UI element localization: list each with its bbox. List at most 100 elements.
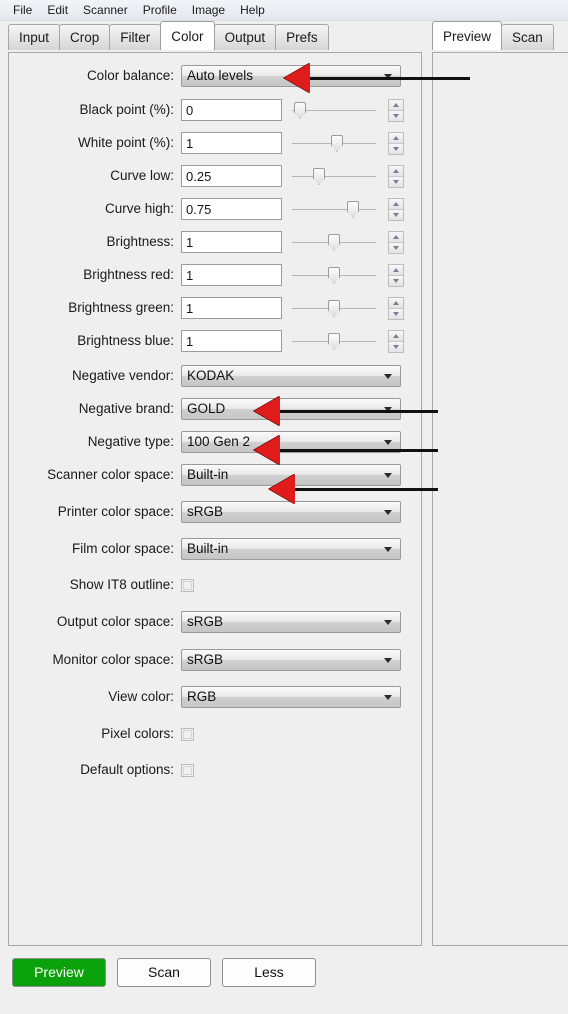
default-options-checkbox[interactable] bbox=[181, 763, 194, 777]
menu-item-scanner[interactable]: Scanner bbox=[76, 2, 136, 19]
slider-handle[interactable] bbox=[328, 333, 340, 350]
white-point-input[interactable]: 1 bbox=[181, 132, 282, 154]
brightness-blue-input[interactable]: 1 bbox=[181, 330, 282, 352]
slider-handle[interactable] bbox=[313, 168, 325, 185]
curve-high-input[interactable]: 0.75 bbox=[181, 198, 282, 220]
brightness-blue-stepper[interactable] bbox=[388, 329, 404, 353]
stepper-up-button[interactable] bbox=[389, 297, 403, 309]
view-color-value: RGB bbox=[187, 689, 217, 704]
slider-track bbox=[292, 176, 376, 177]
scan-button[interactable]: Scan bbox=[117, 958, 211, 987]
output-color-space-select[interactable]: sRGB bbox=[181, 611, 401, 633]
brightness-green-slider[interactable] bbox=[292, 297, 376, 319]
slider-handle[interactable] bbox=[347, 201, 359, 218]
stepper-up-button[interactable] bbox=[389, 198, 403, 210]
stepper-down-button[interactable] bbox=[389, 275, 403, 286]
chevron-down-icon bbox=[384, 658, 392, 663]
brightness-stepper[interactable] bbox=[388, 230, 404, 254]
label-black-point: Black point (%): bbox=[79, 102, 174, 117]
row-output-color-space: Output color space: sRGB bbox=[9, 609, 423, 635]
action-button-bar: Preview Scan Less bbox=[0, 955, 568, 1014]
annotation-line-negative-brand bbox=[280, 449, 438, 452]
row-pixel-colors: Pixel colors: bbox=[9, 721, 423, 747]
slider-handle[interactable] bbox=[328, 267, 340, 284]
main-tab-group: Input Crop Filter Color Output Prefs bbox=[8, 21, 329, 50]
label-show-it8-outline: Show IT8 outline: bbox=[69, 577, 174, 592]
brightness-red-input[interactable]: 1 bbox=[181, 264, 282, 286]
annotation-arrow-color-balance bbox=[284, 63, 310, 93]
color-balance-value: Auto levels bbox=[187, 68, 254, 83]
brightness-green-stepper[interactable] bbox=[388, 296, 404, 320]
curve-high-slider[interactable] bbox=[292, 198, 376, 220]
row-default-options: Default options: bbox=[9, 757, 423, 783]
scanner-color-space-value: Built-in bbox=[187, 467, 229, 482]
triangle-up-icon bbox=[393, 102, 399, 107]
stepper-up-button[interactable] bbox=[389, 165, 403, 177]
stepper-up-button[interactable] bbox=[389, 231, 403, 243]
view-color-select[interactable]: RGB bbox=[181, 686, 401, 708]
curve-low-input[interactable]: 0.25 bbox=[181, 165, 282, 187]
white-point-slider[interactable] bbox=[292, 132, 376, 154]
stepper-down-button[interactable] bbox=[389, 242, 403, 253]
black-point-stepper[interactable] bbox=[388, 98, 404, 122]
stepper-down-button[interactable] bbox=[389, 110, 403, 121]
tab-prefs[interactable]: Prefs bbox=[275, 24, 329, 50]
black-point-input[interactable]: 0 bbox=[181, 99, 282, 121]
slider-handle[interactable] bbox=[328, 234, 340, 251]
brightness-red-stepper[interactable] bbox=[388, 263, 404, 287]
tab-input[interactable]: Input bbox=[8, 24, 61, 50]
tab-preview[interactable]: Preview bbox=[432, 21, 503, 50]
negative-brand-select[interactable]: GOLD bbox=[181, 398, 401, 420]
brightness-blue-slider[interactable] bbox=[292, 330, 376, 352]
tab-output[interactable]: Output bbox=[213, 24, 277, 50]
brightness-input[interactable]: 1 bbox=[181, 231, 282, 253]
brightness-slider[interactable] bbox=[292, 231, 376, 253]
stepper-up-button[interactable] bbox=[389, 264, 403, 276]
stepper-up-button[interactable] bbox=[389, 99, 403, 111]
stepper-up-button[interactable] bbox=[389, 330, 403, 342]
tab-scan[interactable]: Scan bbox=[501, 24, 554, 50]
stepper-down-button[interactable] bbox=[389, 308, 403, 319]
menu-item-edit[interactable]: Edit bbox=[40, 2, 76, 19]
annotation-line-negative-vendor bbox=[280, 410, 438, 413]
preview-button[interactable]: Preview bbox=[12, 958, 106, 987]
stepper-down-button[interactable] bbox=[389, 341, 403, 352]
label-brightness-green: Brightness green: bbox=[68, 300, 174, 315]
brightness-red-slider[interactable] bbox=[292, 264, 376, 286]
menu-item-file[interactable]: File bbox=[6, 2, 40, 19]
tab-crop[interactable]: Crop bbox=[59, 24, 111, 50]
label-brightness: Brightness: bbox=[106, 234, 174, 249]
chevron-down-icon bbox=[384, 473, 392, 478]
brightness-green-input[interactable]: 1 bbox=[181, 297, 282, 319]
slider-handle[interactable] bbox=[328, 300, 340, 317]
menu-item-profile[interactable]: Profile bbox=[136, 2, 185, 19]
row-color-balance: Color balance: Auto levels bbox=[9, 63, 423, 89]
film-color-space-select[interactable]: Built-in bbox=[181, 538, 401, 560]
slider-track bbox=[292, 209, 376, 210]
black-point-slider[interactable] bbox=[292, 99, 376, 121]
slider-handle[interactable] bbox=[294, 102, 306, 119]
stepper-up-button[interactable] bbox=[389, 132, 403, 144]
stepper-down-button[interactable] bbox=[389, 176, 403, 187]
printer-color-space-select[interactable]: sRGB bbox=[181, 501, 401, 523]
tab-color[interactable]: Color bbox=[160, 21, 215, 50]
pixel-colors-checkbox[interactable] bbox=[181, 727, 194, 741]
tab-filter[interactable]: Filter bbox=[109, 24, 162, 50]
row-show-it8-outline: Show IT8 outline: bbox=[9, 572, 423, 598]
less-button[interactable]: Less bbox=[222, 958, 316, 987]
negative-vendor-select[interactable]: KODAK bbox=[181, 365, 401, 387]
row-brightness: Brightness: 1 bbox=[9, 229, 423, 255]
printer-color-space-value: sRGB bbox=[187, 504, 224, 519]
monitor-color-space-select[interactable]: sRGB bbox=[181, 649, 401, 671]
curve-low-slider[interactable] bbox=[292, 165, 376, 187]
menu-item-help[interactable]: Help bbox=[233, 2, 273, 19]
menu-item-image[interactable]: Image bbox=[185, 2, 233, 19]
stepper-down-button[interactable] bbox=[389, 209, 403, 220]
show-it8-outline-checkbox[interactable] bbox=[181, 578, 194, 592]
curve-low-stepper[interactable] bbox=[388, 164, 404, 188]
white-point-stepper[interactable] bbox=[388, 131, 404, 155]
label-curve-high: Curve high: bbox=[104, 201, 174, 216]
curve-high-stepper[interactable] bbox=[388, 197, 404, 221]
stepper-down-button[interactable] bbox=[389, 143, 403, 154]
slider-handle[interactable] bbox=[331, 135, 343, 152]
